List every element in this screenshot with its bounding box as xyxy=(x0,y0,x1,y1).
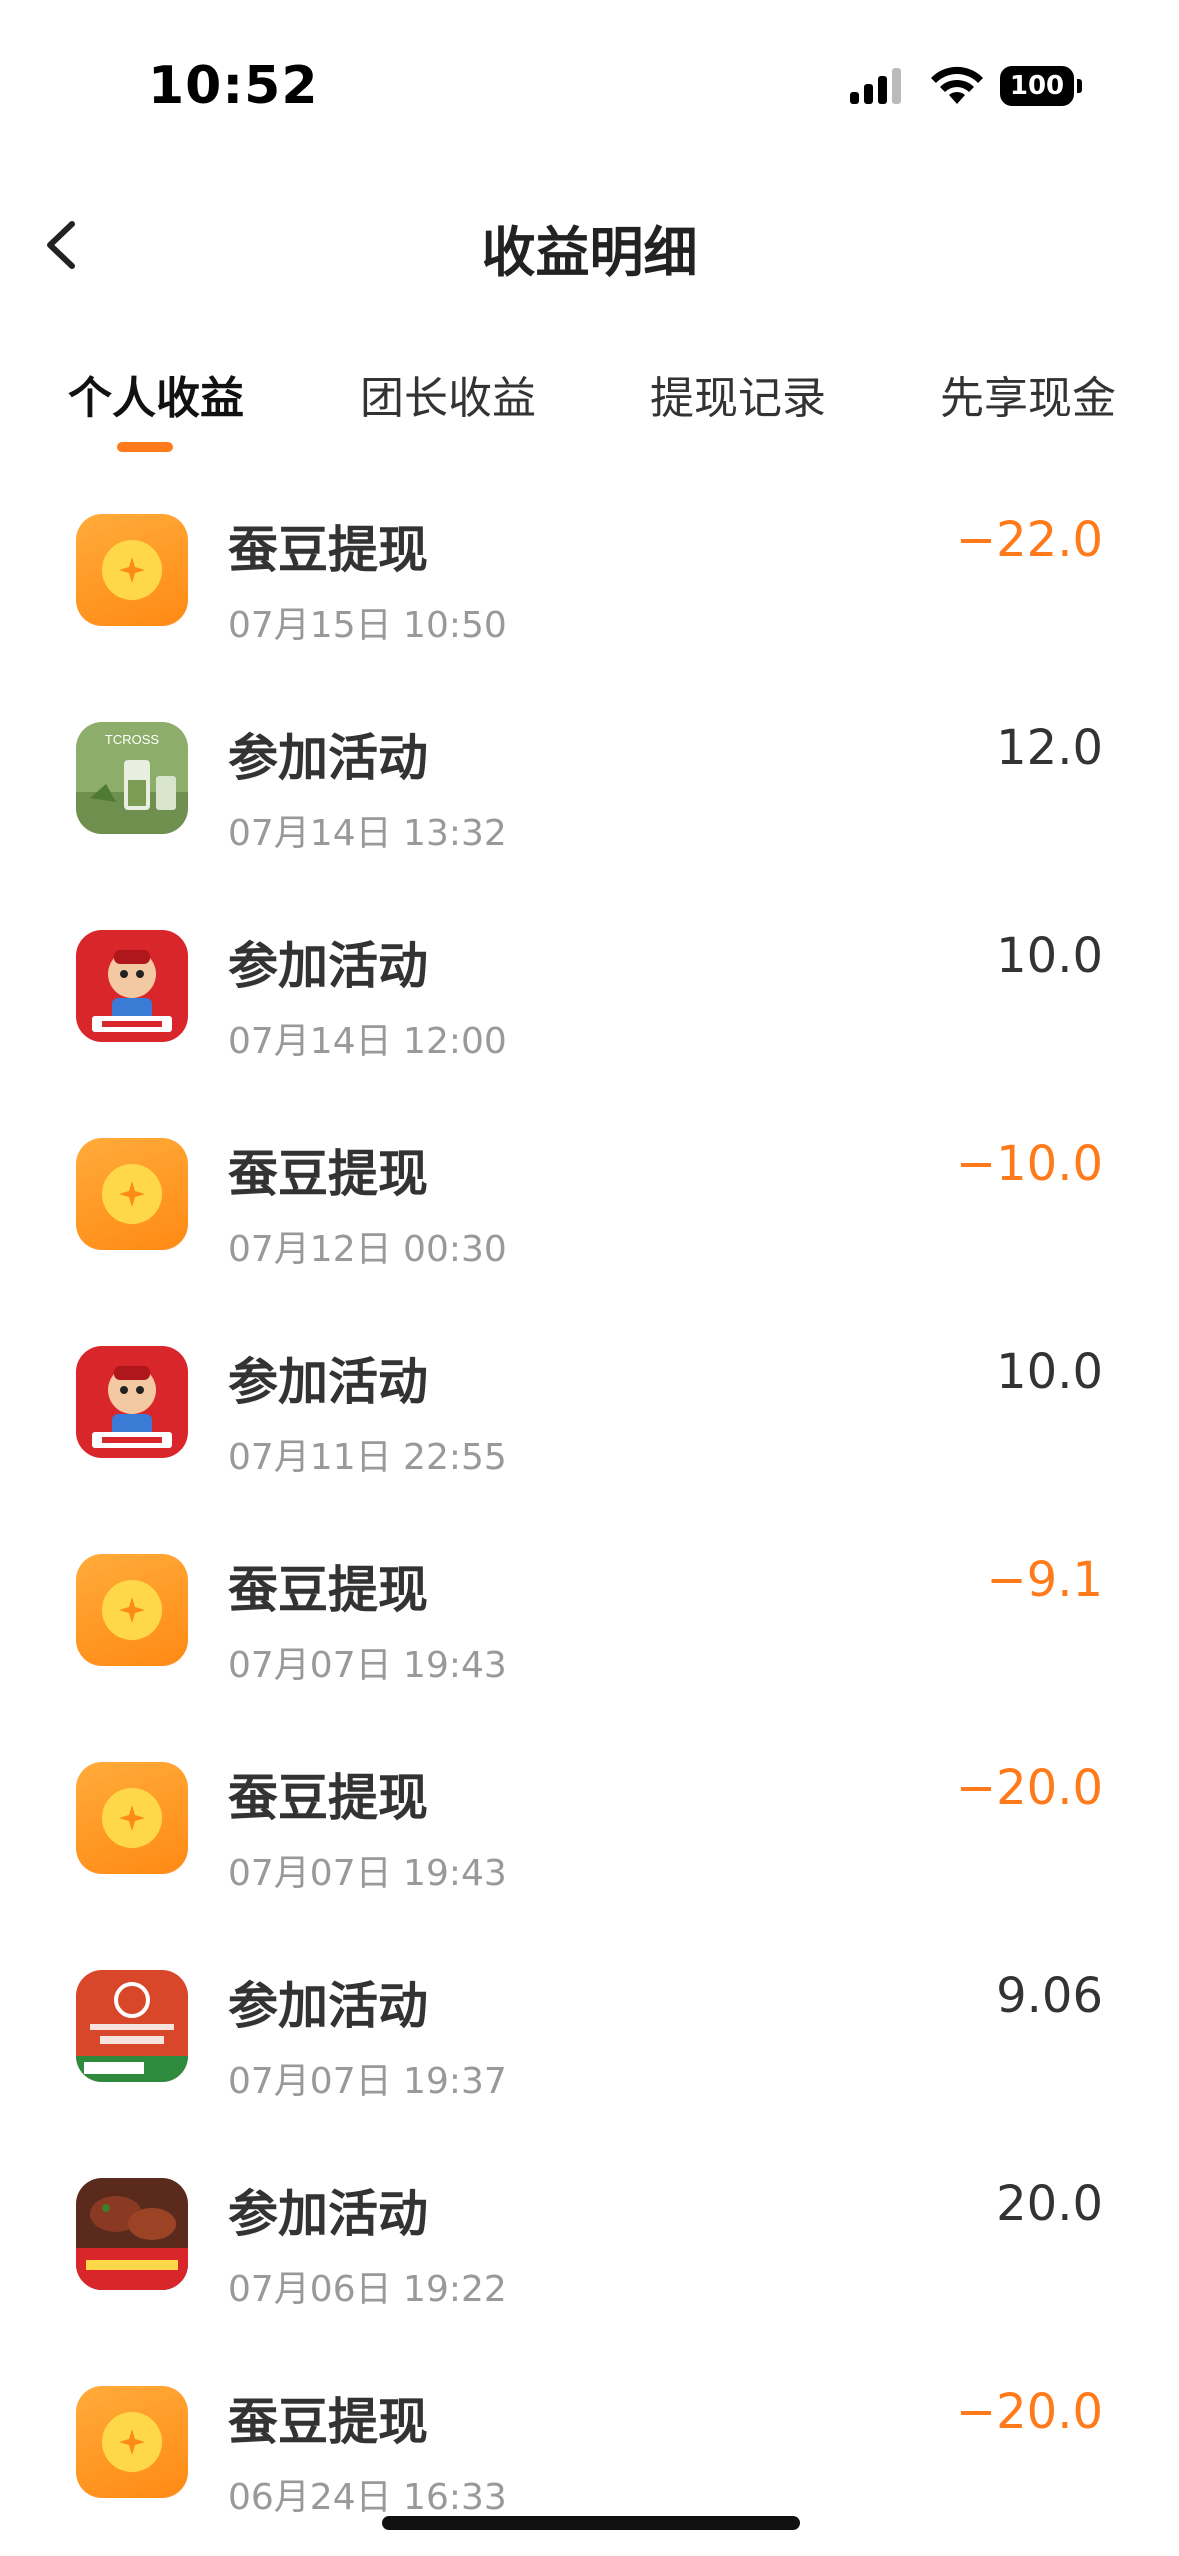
list-item[interactable]: 参加活动 07月06日 19:22 20.0 xyxy=(0,2164,1179,2372)
record-amount: 20.0 xyxy=(996,2176,1103,2232)
bbq-ribs-store-thumbnail xyxy=(76,2178,188,2290)
list-item[interactable]: 蚕豆提现 07月12日 00:30 −10.0 xyxy=(0,1124,1179,1332)
record-time: 06月24日 16:33 xyxy=(228,2477,507,2518)
record-title: 蚕豆提现 xyxy=(228,521,428,579)
record-amount: 10.0 xyxy=(996,928,1103,984)
list-item[interactable]: 蚕豆提现 07月15日 10:50 −22.0 xyxy=(0,500,1179,708)
record-amount: −22.0 xyxy=(955,512,1103,568)
record-title: 蚕豆提现 xyxy=(228,1769,428,1827)
tab-bar: 个人收益 团长收益 提现记录 先享现金 xyxy=(0,350,1179,460)
record-title: 蚕豆提现 xyxy=(228,1561,428,1619)
tab-leader-earnings[interactable]: 团长收益 xyxy=(360,362,536,426)
record-time: 07月07日 19:43 xyxy=(228,1853,507,1894)
record-time: 07月07日 19:43 xyxy=(228,1645,507,1686)
coin-icon xyxy=(76,1554,188,1666)
tcross-store-thumbnail: TCROSS xyxy=(76,722,188,834)
coin-icon xyxy=(76,1762,188,1874)
record-title: 参加活动 xyxy=(228,1353,428,1411)
cellular-signal-icon xyxy=(850,68,901,104)
wifi-icon xyxy=(931,66,983,104)
home-indicator xyxy=(382,2516,800,2530)
status-bar: 10:52 100 xyxy=(0,0,1179,150)
status-time: 10:52 xyxy=(148,56,319,116)
record-title: 蚕豆提现 xyxy=(228,2393,428,2451)
record-time: 07月14日 13:32 xyxy=(228,813,507,854)
record-amount: −9.1 xyxy=(986,1552,1103,1608)
list-item[interactable]: 蚕豆提现 07月07日 19:43 −20.0 xyxy=(0,1748,1179,1956)
coin-icon xyxy=(76,2386,188,2498)
record-amount: −20.0 xyxy=(955,1760,1103,1816)
record-title: 参加活动 xyxy=(228,1977,428,2035)
page-title: 收益明细 xyxy=(481,221,698,284)
liuxiaoxie-store-thumbnail xyxy=(76,1346,188,1458)
record-title: 蚕豆提现 xyxy=(228,1145,428,1203)
liuxiaoxie-store-thumbnail xyxy=(76,930,188,1042)
record-title: 参加活动 xyxy=(228,729,428,787)
battery-level: 100 xyxy=(1000,66,1074,106)
nav-bar: 收益明细 xyxy=(0,190,1179,300)
record-amount: 9.06 xyxy=(996,1968,1103,2024)
record-amount: 10.0 xyxy=(996,1344,1103,1400)
record-time: 07月12日 00:30 xyxy=(228,1229,507,1270)
record-time: 07月06日 19:22 xyxy=(228,2269,507,2310)
record-title: 参加活动 xyxy=(228,2185,428,2243)
tab-withdrawal-records[interactable]: 提现记录 xyxy=(650,362,826,426)
record-time: 07月15日 10:50 xyxy=(228,605,507,646)
tab-prepaid-cash[interactable]: 先享现金 xyxy=(940,362,1116,426)
record-amount: −10.0 xyxy=(955,1136,1103,1192)
record-time: 07月11日 22:55 xyxy=(228,1437,507,1478)
list-item[interactable]: 参加活动 07月07日 19:37 9.06 xyxy=(0,1956,1179,2164)
coin-icon xyxy=(76,1138,188,1250)
svg-text:TCROSS: TCROSS xyxy=(105,732,160,747)
battery-icon: 100 xyxy=(1000,66,1082,106)
coin-icon xyxy=(76,514,188,626)
tab-personal-earnings[interactable]: 个人收益 xyxy=(68,362,244,426)
list-item[interactable]: 参加活动 07月14日 12:00 10.0 xyxy=(0,916,1179,1124)
list-item[interactable]: 蚕豆提现 07月07日 19:43 −9.1 xyxy=(0,1540,1179,1748)
record-amount: 12.0 xyxy=(996,720,1103,776)
yangguofu-store-thumbnail xyxy=(76,1970,188,2082)
record-time: 07月14日 12:00 xyxy=(228,1021,507,1062)
record-time: 07月07日 19:37 xyxy=(228,2061,507,2102)
active-tab-indicator xyxy=(117,442,173,452)
list-item[interactable]: 参加活动 07月11日 22:55 10.0 xyxy=(0,1332,1179,1540)
record-title: 参加活动 xyxy=(228,937,428,995)
list-item[interactable]: TCROSS 参加活动 07月14日 13:32 12.0 xyxy=(0,708,1179,916)
record-amount: −20.0 xyxy=(955,2384,1103,2440)
